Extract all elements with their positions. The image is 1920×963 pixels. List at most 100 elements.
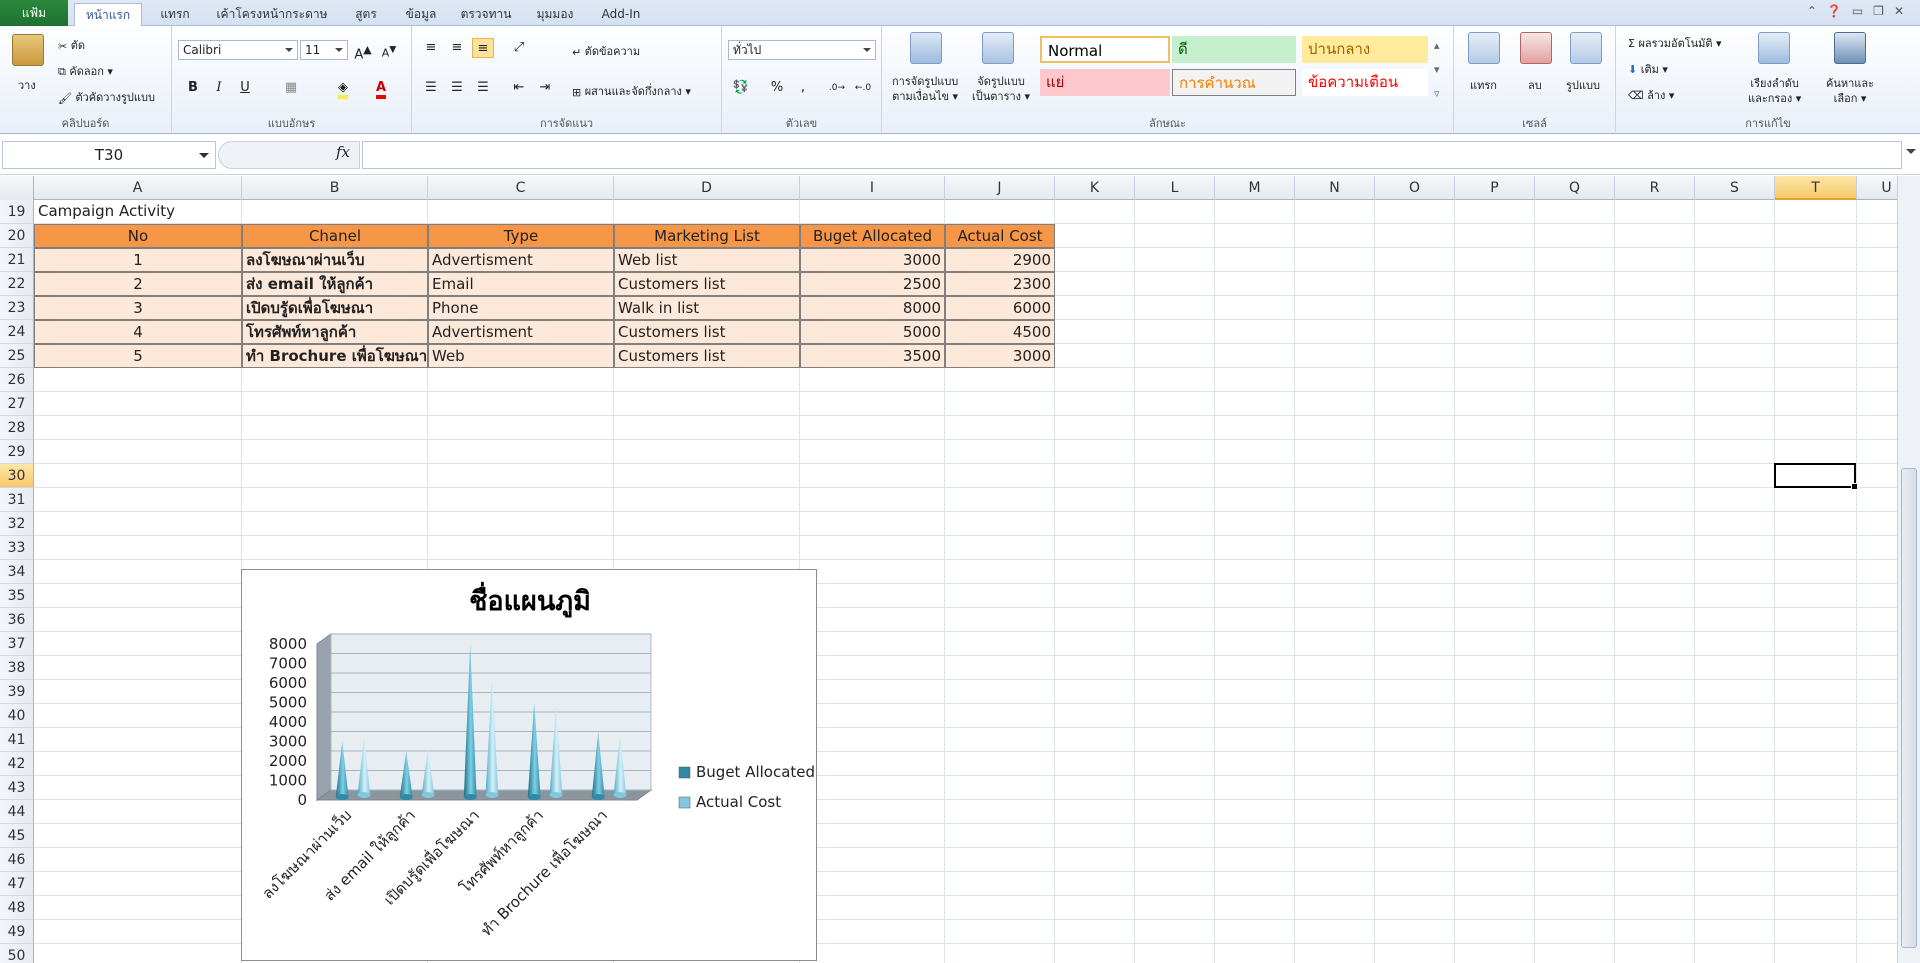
column-header-c[interactable]: C bbox=[428, 176, 614, 200]
comma-button[interactable]: , bbox=[792, 78, 814, 98]
row-header-50[interactable]: 50 bbox=[0, 944, 34, 963]
table-header-cell[interactable]: Chanel bbox=[242, 224, 428, 248]
table-cell[interactable]: 3 bbox=[34, 296, 242, 320]
chart-title[interactable]: ชื่อแผนภูมิ bbox=[469, 581, 591, 618]
tab-home[interactable]: หน้าแรก bbox=[74, 3, 142, 26]
table-cell[interactable]: 3000 bbox=[800, 248, 945, 272]
row-header-41[interactable]: 41 bbox=[0, 728, 34, 752]
font-size-combo[interactable]: 11 bbox=[300, 40, 348, 60]
align-left-icon[interactable]: ☰ bbox=[420, 78, 442, 98]
table-cell[interactable]: 5000 bbox=[800, 320, 945, 344]
tab-formulas[interactable]: สูตร bbox=[344, 3, 388, 26]
name-box[interactable]: T30 bbox=[2, 141, 216, 169]
table-cell[interactable]: 2 bbox=[34, 272, 242, 296]
row-header-33[interactable]: 33 bbox=[0, 536, 34, 560]
binoculars-icon[interactable] bbox=[1834, 32, 1866, 64]
table-cell[interactable]: 1 bbox=[34, 248, 242, 272]
decrease-decimal-icon[interactable]: ←.0 bbox=[852, 78, 874, 98]
merge-center-button[interactable]: ⊞ ผสานและจัดกึ่งกลาง ▾ bbox=[572, 82, 691, 100]
row-header-22[interactable]: 22 bbox=[0, 272, 34, 296]
style-normal[interactable]: Normal bbox=[1040, 36, 1170, 63]
column-header-i[interactable]: I bbox=[800, 176, 945, 200]
border-icon[interactable]: ▦ bbox=[280, 78, 302, 98]
row-header-35[interactable]: 35 bbox=[0, 584, 34, 608]
table-cell[interactable]: 4500 bbox=[945, 320, 1055, 344]
table-cell[interactable]: โทรศัพท์หาลูกค้า bbox=[242, 320, 428, 344]
plot-area[interactable]: 010002000300040005000600070008000ลงโฆษณา… bbox=[258, 633, 653, 940]
table-header-cell[interactable]: Type bbox=[428, 224, 614, 248]
sheet-title[interactable]: Campaign Activity bbox=[35, 200, 275, 224]
sort-filter-icon[interactable] bbox=[1758, 32, 1790, 64]
column-header-o[interactable]: O bbox=[1375, 176, 1455, 200]
format-cells-icon[interactable] bbox=[1570, 32, 1602, 64]
column-header-r[interactable]: R bbox=[1615, 176, 1695, 200]
font-color-icon[interactable]: A bbox=[370, 78, 392, 99]
autosum-button[interactable]: Σ ผลรวมอัตโนมัติ ▾ bbox=[1628, 34, 1722, 52]
style-warning[interactable]: ข้อความเตือน bbox=[1302, 69, 1428, 96]
fill-color-icon[interactable]: ◈ bbox=[332, 78, 354, 99]
row-header-38[interactable]: 38 bbox=[0, 656, 34, 680]
chart-legend[interactable]: Buget Allocated Actual Cost bbox=[678, 763, 815, 811]
row-header-23[interactable]: 23 bbox=[0, 296, 34, 320]
style-calculation[interactable]: การคำนวณ bbox=[1172, 69, 1296, 96]
expand-formula-bar-icon[interactable] bbox=[1906, 149, 1916, 159]
increase-decimal-icon[interactable]: .0→ bbox=[826, 78, 848, 98]
table-header-cell[interactable]: No bbox=[34, 224, 242, 248]
row-header-24[interactable]: 24 bbox=[0, 320, 34, 344]
table-cell[interactable]: Walk in list bbox=[614, 296, 800, 320]
select-all-corner[interactable] bbox=[0, 176, 34, 200]
column-header-k[interactable]: K bbox=[1055, 176, 1135, 200]
table-cell[interactable]: Advertisment bbox=[428, 320, 614, 344]
align-bottom-icon[interactable]: ≡ bbox=[472, 38, 494, 58]
styles-scroll[interactable]: ▴ ▾ ▿ bbox=[1434, 34, 1440, 106]
insert-function-button[interactable]: fx bbox=[336, 143, 350, 161]
table-cell[interactable]: 3500 bbox=[800, 344, 945, 368]
table-cell[interactable]: 4 bbox=[34, 320, 242, 344]
restore-icon[interactable]: ❐ bbox=[1873, 4, 1894, 18]
column-header-n[interactable]: N bbox=[1295, 176, 1375, 200]
row-header-19[interactable]: 19 bbox=[0, 200, 34, 224]
row-header-34[interactable]: 34 bbox=[0, 560, 34, 584]
table-cell[interactable]: 5 bbox=[34, 344, 242, 368]
table-cell[interactable]: ทำ Brochure เพื่อโฆษณา bbox=[242, 344, 428, 368]
legend-entry[interactable]: Buget Allocated bbox=[696, 763, 815, 781]
italic-button[interactable]: I bbox=[208, 78, 230, 98]
orientation-icon[interactable]: ⤢ bbox=[508, 38, 530, 58]
align-right-icon[interactable]: ☰ bbox=[472, 78, 494, 98]
table-cell[interactable]: Advertisment bbox=[428, 248, 614, 272]
table-cell[interactable]: Email bbox=[428, 272, 614, 296]
minimize-ribbon-icon[interactable]: ⌃ bbox=[1807, 4, 1827, 18]
file-tab[interactable]: แฟ้ม bbox=[0, 0, 68, 26]
worksheet-grid[interactable]: ABCDIJKLMNOPQRSTU 19 20 21 22 23 24 25 26 27 28 29… bbox=[0, 176, 1897, 963]
table-cell[interactable]: 2900 bbox=[945, 248, 1055, 272]
table-cell[interactable]: 3000 bbox=[945, 344, 1055, 368]
table-cell[interactable]: ลงโฆษณาผ่านเว็บ bbox=[242, 248, 428, 272]
copy-button[interactable]: ⧉ คัดลอก ▾ bbox=[58, 62, 113, 80]
row-header-27[interactable]: 27 bbox=[0, 392, 34, 416]
paste-button[interactable]: วาง bbox=[18, 76, 36, 94]
shrink-font-button[interactable]: A▼ bbox=[378, 40, 400, 60]
row-header-49[interactable]: 49 bbox=[0, 920, 34, 944]
row-header-36[interactable]: 36 bbox=[0, 608, 34, 632]
number-format-combo[interactable]: ทั่วไป bbox=[728, 40, 876, 60]
table-cell[interactable]: Web list bbox=[614, 248, 800, 272]
style-good[interactable]: ดี bbox=[1172, 36, 1296, 63]
tab-page-layout[interactable]: เค้าโครงหน้ากระดาษ bbox=[208, 3, 336, 26]
column-header-u[interactable]: U bbox=[1857, 176, 1897, 200]
insert-cells-button[interactable]: แทรก bbox=[1470, 76, 1497, 94]
table-cell[interactable]: 8000 bbox=[800, 296, 945, 320]
column-header-t[interactable]: T bbox=[1775, 176, 1857, 200]
column-header-s[interactable]: S bbox=[1695, 176, 1775, 200]
paste-icon[interactable] bbox=[12, 34, 44, 66]
table-header-cell[interactable]: Marketing List bbox=[614, 224, 800, 248]
format-as-table-button[interactable]: จัดรูปแบบ เป็นตาราง ▾ bbox=[972, 74, 1030, 104]
row-header-43[interactable]: 43 bbox=[0, 776, 34, 800]
row-header-25[interactable]: 25 bbox=[0, 344, 34, 368]
column-header-m[interactable]: M bbox=[1215, 176, 1295, 200]
table-cell[interactable]: Customers list bbox=[614, 344, 800, 368]
active-cell[interactable] bbox=[1774, 463, 1858, 490]
currency-icon[interactable]: 💱 bbox=[730, 78, 752, 98]
style-neutral[interactable]: ปานกลาง bbox=[1302, 36, 1428, 63]
table-cell[interactable]: 2500 bbox=[800, 272, 945, 296]
grow-font-button[interactable]: A▲ bbox=[352, 40, 374, 62]
